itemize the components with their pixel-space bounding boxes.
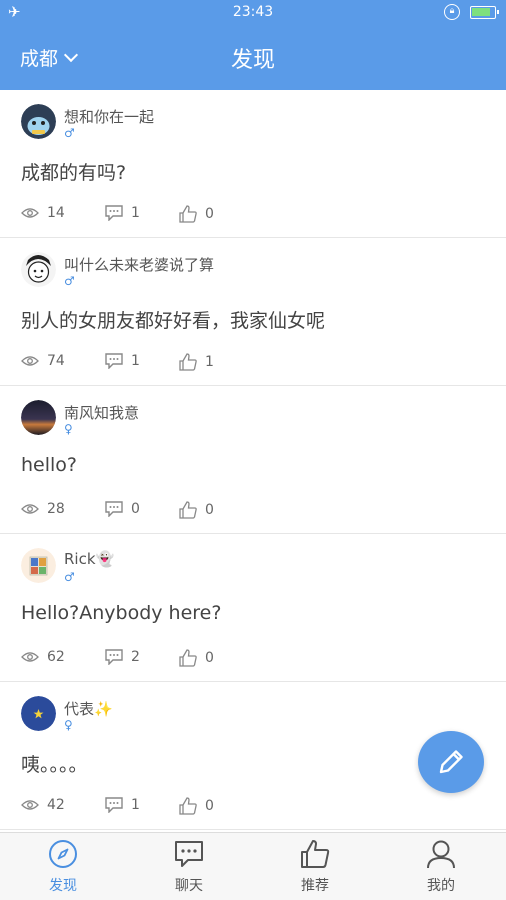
compose-post-button[interactable]: [418, 731, 484, 793]
gender-icon: ♀: [64, 422, 73, 436]
views-stat: 42: [21, 797, 65, 813]
avatar[interactable]: [21, 104, 56, 139]
likes-stat[interactable]: 0: [179, 649, 214, 667]
avatar[interactable]: [21, 400, 56, 435]
post-stats: 74 1 1: [21, 353, 321, 375]
post-stats: 28 0 0: [21, 501, 321, 523]
page-title: 发现: [230, 48, 275, 73]
post-username[interactable]: 南风知我意: [64, 402, 139, 423]
pencil-icon: [439, 750, 463, 774]
post-card[interactable]: 南风知我意 ♀ hello? 28 0 0: [0, 386, 506, 534]
thumbs-up-icon: [179, 797, 197, 815]
post-username[interactable]: 想和你在一起: [64, 106, 154, 127]
eye-icon: [21, 356, 39, 366]
avatar[interactable]: [21, 252, 56, 287]
likes-stat[interactable]: 0: [179, 797, 214, 815]
likes-count: 0: [205, 650, 214, 666]
gender-icon: ♀: [64, 718, 73, 732]
likes-stat[interactable]: 0: [179, 501, 214, 519]
avatar[interactable]: [21, 696, 56, 731]
post-feed[interactable]: 想和你在一起 ♂ 成都的有吗? 14 1 0 叫什么未来老婆说了算 ♂ 别人的女…: [0, 90, 506, 832]
likes-count: 0: [205, 502, 214, 518]
comments-stat[interactable]: 1: [105, 353, 140, 369]
bottom-tab-bar: 发现 聊天 推荐 我的: [0, 832, 506, 900]
post-card[interactable]: 叫什么未来老婆说了算 ♂ 别人的女朋友都好好看，我家仙女呢 74 1 1: [0, 238, 506, 386]
comment-icon: [105, 649, 123, 665]
eye-icon: [21, 652, 39, 662]
eye-icon: [21, 800, 39, 810]
comments-count: 1: [131, 353, 140, 369]
likes-count: 0: [205, 206, 214, 222]
thumbs-up-icon: [179, 205, 197, 223]
tab-label: 我的: [427, 878, 455, 894]
likes-stat[interactable]: 0: [179, 205, 214, 223]
tab-me[interactable]: 我的: [378, 839, 504, 897]
comment-icon: [105, 205, 123, 221]
views-stat: 74: [21, 353, 65, 369]
views-count: 14: [47, 205, 65, 221]
tab-label: 发现: [49, 878, 77, 894]
thumbs-up-icon: [301, 840, 330, 868]
comments-stat[interactable]: 0: [105, 501, 140, 517]
tab-label: 推荐: [301, 878, 329, 894]
comments-stat[interactable]: 1: [105, 797, 140, 813]
thumbs-up-icon: [179, 649, 197, 667]
thumbs-up-icon: [179, 501, 197, 519]
comment-icon: [105, 501, 123, 517]
status-bar: ✈ 23:43 🔒︎: [0, 0, 506, 26]
views-stat: 28: [21, 501, 65, 517]
gender-icon: ♂: [64, 570, 75, 584]
likes-stat[interactable]: 1: [179, 353, 214, 371]
views-count: 28: [47, 501, 65, 517]
compass-icon: [49, 840, 77, 868]
post-card[interactable]: Rick👻 ♂ Hello?Anybody here? 62 2 0: [0, 534, 506, 682]
post-content[interactable]: 别人的女朋友都好好看，我家仙女呢: [21, 306, 325, 333]
post-stats: 14 1 0: [21, 205, 321, 227]
views-stat: 62: [21, 649, 65, 665]
gender-icon: ♂: [64, 126, 75, 140]
tab-recommend[interactable]: 推荐: [252, 839, 378, 897]
comments-stat[interactable]: 1: [105, 205, 140, 221]
post-username[interactable]: Rick👻: [64, 550, 114, 568]
post-username[interactable]: 代表✨: [64, 698, 113, 719]
comments-stat[interactable]: 2: [105, 649, 140, 665]
app-header: 成都 发现: [0, 26, 506, 90]
post-username[interactable]: 叫什么未来老婆说了算: [64, 254, 214, 275]
comments-count: 1: [131, 797, 140, 813]
views-count: 62: [47, 649, 65, 665]
rotation-lock-icon: 🔒︎: [444, 4, 460, 20]
post-card[interactable]: 想和你在一起 ♂ 成都的有吗? 14 1 0: [0, 90, 506, 238]
post-stats: 42 1 0: [21, 797, 321, 819]
views-count: 74: [47, 353, 65, 369]
tab-discover[interactable]: 发现: [0, 839, 126, 897]
comments-count: 0: [131, 501, 140, 517]
comment-icon: [105, 353, 123, 369]
chat-icon: [175, 841, 203, 867]
status-time: 23:43: [232, 4, 274, 20]
views-stat: 14: [21, 205, 65, 221]
battery-icon: [470, 6, 499, 19]
avatar[interactable]: [21, 548, 56, 583]
thumbs-up-icon: [179, 353, 197, 371]
likes-count: 1: [205, 354, 214, 370]
comments-count: 2: [131, 649, 140, 665]
eye-icon: [21, 208, 39, 218]
post-content[interactable]: hello?: [21, 454, 77, 476]
eye-icon: [21, 504, 39, 514]
tab-label: 聊天: [175, 878, 203, 894]
post-content[interactable]: 咦。。。。: [21, 750, 88, 777]
comment-icon: [105, 797, 123, 813]
tab-chat[interactable]: 聊天: [126, 839, 252, 897]
likes-count: 0: [205, 798, 214, 814]
gender-icon: ♂: [64, 274, 75, 288]
user-icon: [427, 840, 455, 869]
comments-count: 1: [131, 205, 140, 221]
views-count: 42: [47, 797, 65, 813]
post-stats: 62 2 0: [21, 649, 321, 671]
post-content[interactable]: Hello?Anybody here?: [21, 602, 221, 624]
post-content[interactable]: 成都的有吗?: [21, 158, 126, 185]
